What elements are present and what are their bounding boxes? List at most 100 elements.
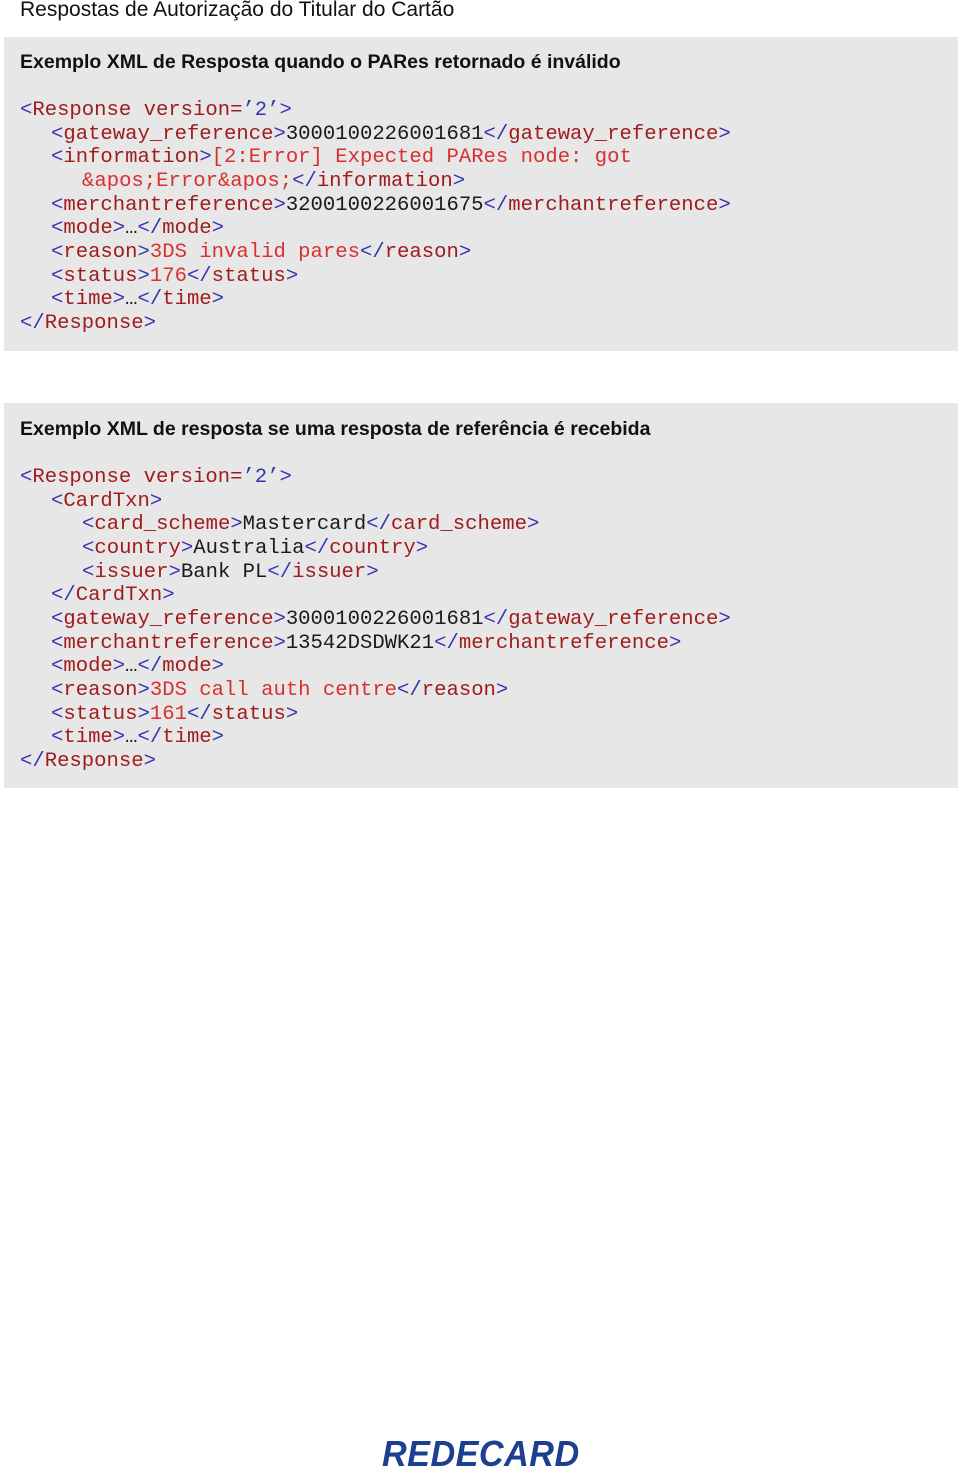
- xml-bracket: </: [137, 655, 163, 679]
- xml-example-referral-response: Exemplo XML de resposta se uma resposta …: [4, 403, 958, 788]
- xml-bracket: <: [51, 678, 64, 702]
- xml-bracket: <: [51, 193, 64, 217]
- xml-value: Bank PL: [180, 560, 268, 584]
- xml-value: …: [125, 726, 138, 750]
- code-line: <Response version=’2’>: [20, 99, 731, 123]
- xml-bracket: >: [112, 726, 126, 750]
- xml-bracket: <: [51, 264, 64, 288]
- xml-bracket: >: [718, 607, 731, 631]
- xml-tag-name: gateway_reference: [63, 607, 274, 631]
- xml-tag-name: gateway_reference: [63, 122, 274, 146]
- xml-bracket: >: [199, 146, 212, 170]
- xml-tag-name: information: [316, 169, 453, 193]
- code-line: </Response>: [20, 312, 731, 336]
- code-line: <gateway_reference>3000100226001681</gat…: [20, 608, 731, 632]
- xml-bracket: </: [186, 702, 212, 726]
- xml-tag-name: information: [63, 146, 200, 170]
- xml-bracket: >: [137, 678, 150, 702]
- xml-bracket: >: [137, 264, 150, 288]
- xml-bracket: >: [285, 702, 299, 726]
- xml-bracket: <: [51, 240, 64, 264]
- xml-value: 3DS call auth centre: [149, 678, 398, 702]
- xml-bracket: <: [82, 536, 95, 560]
- xml-bracket: </: [20, 749, 45, 773]
- xml-bracket: </: [434, 631, 459, 655]
- xml-tag-name: reason: [384, 240, 459, 264]
- xml-tag-name: time: [63, 726, 113, 750]
- xml-bracket: </: [366, 513, 391, 537]
- xml-bracket: <: [51, 288, 64, 312]
- xml-bracket: >: [211, 217, 225, 241]
- xml-bracket: >: [273, 607, 286, 631]
- xml-value: …: [125, 288, 138, 312]
- xml-bracket: >: [112, 655, 126, 679]
- xml-tag-name: gateway_reference: [508, 122, 719, 146]
- code-line: <merchantreference>3200100226001675</mer…: [20, 194, 731, 218]
- xml-tag-name: status: [211, 264, 286, 288]
- code-line: <mode>…</mode>: [20, 655, 731, 679]
- xml-bracket: </: [483, 193, 509, 217]
- xml-value: &apos;Error&apos;: [82, 169, 293, 193]
- xml-bracket: >: [211, 655, 225, 679]
- xml-code: <Response version=’2’> <CardTxn> <card_sch…: [20, 466, 731, 774]
- xml-value: Australia: [193, 536, 305, 560]
- xml-bracket: >: [137, 702, 150, 726]
- xml-tag-name: Response version=: [32, 466, 243, 489]
- xml-bracket: >: [143, 749, 156, 773]
- xml-value: 3200100226001675: [285, 193, 484, 217]
- code-line: <reason>3DS call auth centre</reason>: [20, 679, 731, 703]
- xml-bracket: >: [112, 288, 126, 312]
- code-line: <status>161</status>: [20, 703, 731, 727]
- xml-value: 3000100226001681: [285, 607, 484, 631]
- code-line: </Response>: [20, 750, 731, 774]
- code-line: </CardTxn>: [20, 584, 731, 608]
- code-line: <status>176</status>: [20, 265, 731, 289]
- xml-bracket: >: [366, 560, 379, 584]
- xml-bracket: </: [137, 217, 163, 241]
- xml-bracket: >: [273, 631, 286, 655]
- xml-tag-name: mode: [162, 217, 212, 241]
- xml-tag-name: mode: [162, 655, 212, 679]
- xml-tag-name: status: [63, 702, 138, 726]
- xml-tag-name: mode: [63, 217, 113, 241]
- xml-value: …: [125, 655, 138, 679]
- xml-bracket: </: [292, 169, 317, 193]
- code-line: <information>[2:Error] Expected PARes no…: [20, 146, 731, 170]
- code-line: <CardTxn>: [20, 490, 731, 514]
- xml-bracket: </: [137, 288, 163, 312]
- xml-value: 161: [149, 702, 187, 726]
- code-line: <time>…</time>: [20, 288, 731, 312]
- code-line: <time>…</time>: [20, 726, 731, 750]
- code-line: <gateway_reference>3000100226001681</gat…: [20, 123, 731, 147]
- xml-bracket: </: [186, 264, 212, 288]
- xml-tag-name: time: [162, 726, 212, 750]
- xml-bracket: </: [359, 240, 385, 264]
- xml-tag-name: country: [329, 536, 416, 560]
- xml-bracket: </: [137, 726, 163, 750]
- xml-tag-name: merchantreference: [63, 631, 274, 655]
- xml-bracket: >: [415, 536, 429, 560]
- xml-bracket: >: [273, 193, 286, 217]
- xml-tag-name: card_scheme: [94, 513, 231, 537]
- xml-tag-name: gateway_reference: [508, 607, 719, 631]
- xml-bracket: >: [211, 726, 225, 750]
- xml-bracket: ’2’: [242, 99, 280, 122]
- xml-tag-name: reason: [63, 240, 138, 264]
- xml-bracket: >: [112, 217, 126, 241]
- example-title: Exemplo XML de Resposta quando o PARes r…: [20, 51, 621, 73]
- xml-bracket: >: [452, 169, 466, 193]
- xml-tag-name: merchantreference: [458, 631, 669, 655]
- xml-tag-name: time: [63, 288, 113, 312]
- xml-tag-name: mode: [63, 655, 113, 679]
- xml-bracket: </: [20, 311, 45, 335]
- xml-tag-name: issuer: [292, 560, 367, 584]
- xml-bracket: <: [51, 122, 64, 146]
- xml-bracket: >: [180, 536, 194, 560]
- xml-tag-name: CardTxn: [75, 584, 163, 608]
- xml-value: Mastercard: [242, 513, 367, 537]
- xml-tag-name: Response: [44, 311, 144, 335]
- xml-bracket: >: [668, 631, 682, 655]
- xml-tag-name: issuer: [94, 560, 169, 584]
- xml-bracket: <: [51, 631, 64, 655]
- xml-bracket: </: [304, 536, 330, 560]
